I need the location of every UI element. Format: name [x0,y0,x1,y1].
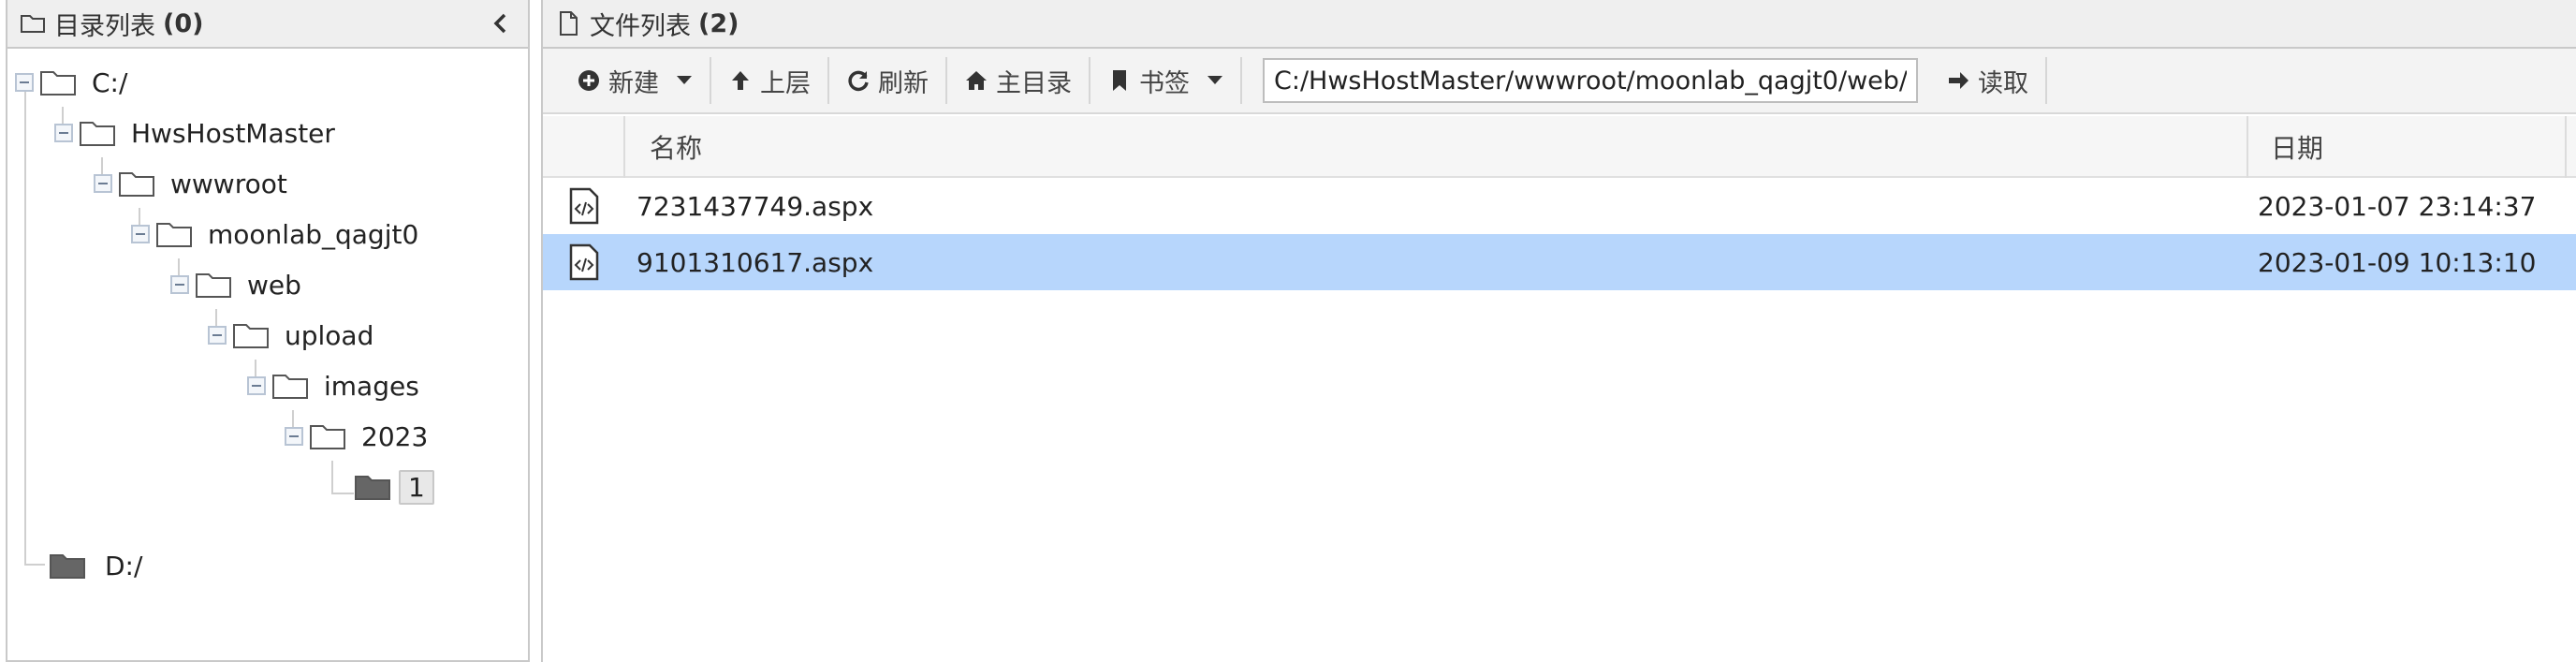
collapse-toggle-icon[interactable] [131,225,150,243]
directory-panel: 目录列表 (0) C:/ HwsHostMaster wwwroot moonl… [6,0,530,662]
tree-node-moonlab[interactable]: moonlab_qagjt0 [131,213,418,255]
tree-node-label: 2023 [361,420,429,452]
directory-panel-header: 目录列表 (0) [7,0,528,49]
folder-filled-icon [49,552,86,580]
file-name: 9101310617.aspx [637,246,874,278]
file-count: (2) [698,8,739,38]
collapse-toggle-icon[interactable] [247,376,266,395]
tree-node-label: HwsHostMaster [131,117,335,149]
tree-node-2023[interactable]: 2023 [285,416,428,457]
refresh-icon [846,68,871,93]
table-header: 名称 日期 [543,116,2576,178]
new-button[interactable]: 新建 [560,57,711,104]
tree-node-web[interactable]: web [170,264,301,305]
file-outline-icon [554,9,582,37]
folder-open-icon [118,169,155,198]
column-header-name[interactable]: 名称 [625,116,2248,178]
column-header-date[interactable]: 日期 [2248,116,2567,178]
directory-count: (0) [163,8,204,38]
bookmark-icon [1107,68,1132,93]
arrow-up-icon [728,68,753,93]
bookmark-button[interactable]: 书签 [1090,57,1242,104]
folder-open-icon [309,422,346,450]
file-panel: 文件列表 (2) 新建 上层 刷新 主目录 书签 C:/HwsHostMaste… [541,0,2576,662]
home-icon [964,68,988,93]
file-manager: 目录列表 (0) C:/ HwsHostMaster wwwroot moonl… [0,0,2576,662]
code-file-icon [543,243,625,281]
file-panel-title: 文件列表 [590,11,691,41]
folder-open-icon [79,119,116,147]
directory-tree: C:/ HwsHostMaster wwwroot moonlab_qagjt0… [7,49,528,660]
home-label: 主目录 [996,68,1072,98]
table-row-selected[interactable]: 9101310617.aspx 2023-01-09 10:13:10 [543,234,2576,290]
tree-node-1[interactable]: 1 [354,466,434,508]
caret-down-icon [676,75,693,86]
tree-node-label: moonlab_qagjt0 [208,218,419,250]
folder-outline-icon [19,9,47,37]
tree-connector [24,77,26,564]
tree-node-label: web [247,269,301,301]
folder-open-icon [232,321,270,349]
read-button[interactable]: 读取 [1929,57,2047,104]
refresh-label: 刷新 [878,68,929,98]
toolbar: 新建 上层 刷新 主目录 书签 C:/HwsHostMaster/wwwroot… [543,49,2576,114]
home-button[interactable]: 主目录 [947,57,1090,104]
folder-filled-icon [354,473,391,501]
collapse-toggle-icon[interactable] [170,275,189,294]
bookmark-label: 书签 [1139,68,1190,98]
caret-down-icon [1207,75,1223,86]
tree-connector [331,493,354,494]
collapse-toggle-icon[interactable] [54,124,73,142]
tree-node-wwwroot[interactable]: wwwroot [94,163,287,204]
tree-node-images[interactable]: images [247,365,419,406]
tree-node-upload[interactable]: upload [208,315,373,356]
collapse-toggle-icon[interactable] [94,174,112,193]
up-level-label: 上层 [760,68,811,98]
tree-node-label: wwwroot [170,168,287,199]
file-date: 2023-01-07 23:14:37 [2258,190,2537,222]
folder-open-icon [195,271,232,299]
file-panel-header: 文件列表 (2) [543,0,2576,49]
refresh-button[interactable]: 刷新 [829,57,947,104]
tree-node-label: D:/ [105,550,143,581]
code-file-icon [543,187,625,225]
folder-open-icon [155,220,193,248]
directory-panel-title: 目录列表 [54,11,155,41]
plus-circle-icon [577,68,601,93]
folder-open-icon [271,372,309,400]
path-input[interactable] [1263,58,1918,103]
collapse-toggle-icon[interactable] [285,427,303,446]
arrow-right-icon [1946,68,1970,93]
table-row[interactable]: 7231437749.aspx 2023-01-07 23:14:37 [543,178,2576,234]
read-label: 读取 [1978,68,2028,98]
tree-node-label: C:/ [92,66,128,98]
tree-node-d-drive[interactable]: D:/ [49,545,142,586]
folder-open-icon [39,68,77,96]
collapse-toggle-icon[interactable] [15,73,34,92]
tree-node-hwshostmaster[interactable]: HwsHostMaster [54,112,335,154]
up-level-button[interactable]: 上层 [711,57,829,104]
tree-node-label-selected: 1 [399,469,434,505]
new-button-label: 新建 [608,68,659,98]
tree-node-label: upload [285,319,374,351]
file-name: 7231437749.aspx [637,190,874,222]
file-table: 名称 日期 7231437749.aspx 2023-01-07 23:14:3… [543,116,2576,290]
chevron-left-icon[interactable] [487,9,515,37]
collapse-toggle-icon[interactable] [208,326,227,345]
tree-node-c-drive[interactable]: C:/ [15,62,127,103]
tree-node-label: images [324,370,419,402]
tree-connector [331,461,333,493]
column-header-icon [543,116,625,178]
file-date: 2023-01-09 10:13:10 [2258,246,2537,278]
tree-connector [24,564,45,566]
